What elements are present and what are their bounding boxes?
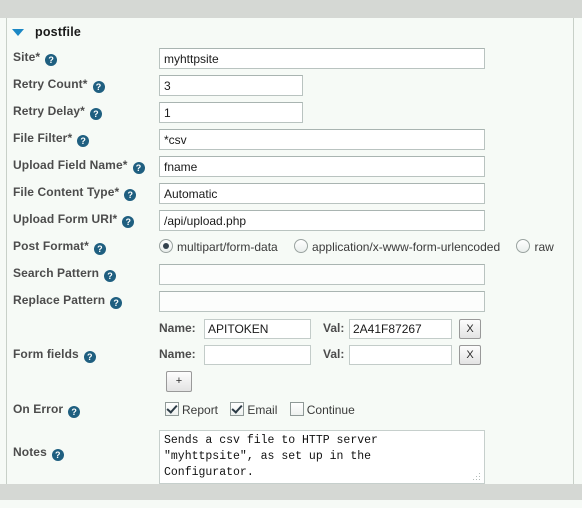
help-icon-retry-delay[interactable]: ? [89, 108, 102, 120]
window-top-bar [0, 0, 582, 18]
row-post-format: Post Format*? multipart/form-data applic… [7, 235, 573, 261]
help-icon-notes[interactable]: ? [51, 449, 64, 461]
form-field-value-input[interactable] [349, 345, 452, 365]
checkbox-email[interactable]: Email [230, 402, 277, 417]
postfile-settings-panel: postfile Site*? Retry Count*? Retry Dela… [6, 18, 574, 484]
resize-handle-icon[interactable] [473, 473, 482, 482]
val-label: Val: [323, 321, 345, 335]
row-file-content-type: File Content Type*? [7, 181, 573, 207]
help-icon-upload-field-name[interactable]: ? [132, 162, 145, 174]
help-icon-on-error[interactable]: ? [68, 406, 81, 418]
form-field-name-input[interactable] [204, 319, 311, 339]
help-icon-post-format[interactable]: ? [93, 243, 106, 255]
help-icon-site[interactable]: ? [45, 54, 58, 66]
name-label: Name: [159, 347, 196, 361]
row-retry-delay: Retry Delay*? [7, 100, 573, 126]
row-file-filter: File Filter*? [7, 127, 573, 153]
remove-form-field-button[interactable]: X [459, 319, 481, 339]
upload-field-name-input[interactable] [159, 156, 485, 177]
label-upload-form-uri: Upload Form URI*? [13, 212, 135, 228]
file-filter-input[interactable] [159, 129, 485, 150]
label-search-pattern: Search Pattern? [13, 266, 117, 282]
row-upload-form-uri: Upload Form URI*? [7, 208, 573, 234]
upload-form-uri-input[interactable] [159, 210, 485, 231]
help-icon-upload-form-uri[interactable]: ? [122, 216, 135, 228]
post-format-radio-group: multipart/form-data application/x-www-fo… [159, 239, 554, 254]
help-icon-file-content-type[interactable]: ? [124, 189, 137, 201]
label-upload-field-name: Upload Field Name*? [13, 158, 145, 174]
form-field-row: Name: Val: X [7, 343, 573, 367]
row-search-pattern: Search Pattern? [7, 262, 573, 288]
help-icon-retry-count[interactable]: ? [92, 81, 105, 93]
checkbox-icon [165, 402, 179, 417]
search-pattern-input[interactable] [159, 264, 485, 285]
notes-textarea[interactable]: Sends a csv file to HTTP server "myhttps… [159, 430, 485, 484]
form-field-name-input[interactable] [204, 345, 311, 365]
configuration-window: postfile Site*? Retry Count*? Retry Dela… [0, 0, 582, 508]
retry-count-input[interactable] [159, 75, 303, 96]
label-replace-pattern: Replace Pattern? [13, 293, 123, 309]
row-on-error: On Error? Report Email Continue [7, 398, 573, 424]
form-field-row: Name: Val: X [7, 317, 573, 341]
radio-x-www-form-urlencoded[interactable]: application/x-www-form-urlencoded [294, 239, 500, 254]
label-on-error: On Error? [13, 402, 81, 418]
help-icon-file-filter[interactable]: ? [77, 135, 90, 147]
label-file-filter: File Filter*? [13, 131, 90, 147]
radio-dot-icon [159, 239, 173, 254]
replace-pattern-input[interactable] [159, 291, 485, 312]
radio-multipart-form-data[interactable]: multipart/form-data [159, 239, 278, 254]
help-icon-search-pattern[interactable]: ? [104, 270, 117, 282]
triangle-down-icon[interactable] [11, 25, 25, 39]
row-notes: Notes? Sends a csv file to HTTP server "… [7, 428, 573, 488]
radio-dot-icon [294, 239, 309, 254]
radio-raw[interactable]: raw [516, 239, 554, 254]
row-replace-pattern: Replace Pattern? [7, 289, 573, 315]
label-post-format: Post Format*? [13, 239, 106, 255]
site-input[interactable] [159, 48, 485, 69]
row-upload-field-name: Upload Field Name*? [7, 154, 573, 180]
file-content-type-input[interactable] [159, 183, 485, 204]
help-icon-replace-pattern[interactable]: ? [110, 297, 123, 309]
remove-form-field-button[interactable]: X [459, 345, 481, 365]
checkbox-report[interactable]: Report [165, 402, 218, 417]
on-error-checkbox-group: Report Email Continue [165, 402, 364, 417]
val-label: Val: [323, 347, 345, 361]
checkbox-icon [289, 402, 304, 417]
label-notes: Notes? [13, 445, 64, 461]
label-site: Site*? [13, 50, 58, 66]
panel-title: postfile [35, 25, 82, 39]
panel-header[interactable]: postfile [7, 22, 81, 42]
label-retry-count: Retry Count*? [13, 77, 105, 93]
retry-delay-input[interactable] [159, 102, 303, 123]
radio-dot-icon [516, 239, 531, 254]
row-retry-count: Retry Count*? [7, 73, 573, 99]
row-add-form-field: + [7, 368, 573, 394]
add-form-field-button[interactable]: + [166, 371, 192, 392]
label-file-content-type: File Content Type*? [13, 185, 137, 201]
name-label: Name: [159, 321, 196, 335]
window-bottom-filler [0, 500, 582, 508]
window-bottom-bar [0, 484, 582, 500]
form-field-value-input[interactable] [349, 319, 452, 339]
label-retry-delay: Retry Delay*? [13, 104, 102, 120]
checkbox-continue[interactable]: Continue [289, 402, 355, 417]
checkbox-icon [230, 402, 245, 417]
row-site: Site*? [7, 46, 573, 72]
